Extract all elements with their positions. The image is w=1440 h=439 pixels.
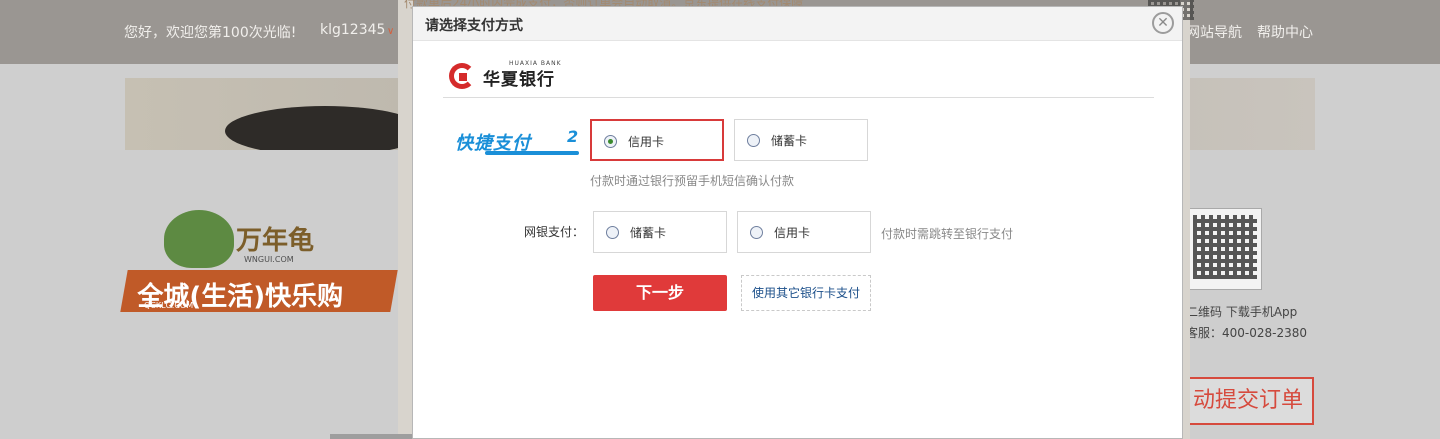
quickpay-number: 2	[567, 127, 579, 146]
quickpay-swoosh-icon	[485, 151, 579, 155]
qr-code-icon	[1193, 215, 1257, 279]
greeting-text: 您好，欢迎您第100次光临!	[124, 25, 297, 41]
site-logo[interactable]: 万年龟 WNGUI.COM 全城(生活)快乐购 QCKLG.COM	[120, 205, 404, 315]
brand-wangui-domain: WNGUI.COM	[244, 255, 294, 264]
huaxia-bank-icon-dot	[459, 73, 467, 81]
site-map-link[interactable]: 网站导航	[1186, 22, 1242, 42]
brand-kuailegou-domain: QCKLG.COM	[144, 301, 194, 310]
banner-bowl-image	[225, 106, 425, 156]
payment-method-dialog: 请选择支付方式 ✕ HUAXIA BANK 华夏银行 快捷支付 2 信用卡 储蓄…	[412, 6, 1183, 439]
netbank-hint: 付款时需跳转至银行支付	[881, 227, 1014, 241]
other-bank-card-link[interactable]: 使用其它银行卡支付	[741, 275, 871, 311]
radio-selected-icon[interactable]	[604, 135, 617, 148]
turtle-mascot-icon	[164, 210, 234, 268]
close-icon[interactable]: ✕	[1152, 12, 1174, 34]
brand-wangui: 万年龟	[236, 226, 315, 256]
option-label: 储蓄卡	[771, 134, 808, 148]
divider	[443, 97, 1154, 98]
radio-icon[interactable]	[750, 226, 763, 239]
quickpay-logo: 快捷支付 2	[455, 125, 583, 159]
quickpay-hint: 付款时通过银行预留手机短信确认付款	[590, 174, 795, 188]
bank-name-cn: 华夏银行	[483, 70, 555, 90]
bank-logo: HUAXIA BANK 华夏银行	[449, 57, 569, 93]
dialog-title: 请选择支付方式	[425, 18, 523, 34]
netbank-credit-card-option[interactable]: 信用卡	[737, 211, 871, 253]
netbank-label: 网银支付：	[524, 225, 585, 239]
submit-order-button[interactable]: 动提交订单	[1182, 377, 1314, 425]
radio-icon[interactable]	[747, 134, 760, 147]
quick-credit-card-option[interactable]: 信用卡	[590, 119, 724, 161]
option-label: 储蓄卡	[630, 226, 667, 240]
username-link[interactable]: klg12345	[320, 22, 385, 38]
option-label: 信用卡	[628, 135, 665, 149]
netbank-debit-card-option[interactable]: 储蓄卡	[593, 211, 727, 253]
app-qr-code	[1188, 208, 1262, 290]
radio-icon[interactable]	[606, 226, 619, 239]
chevron-down-icon[interactable]: ∨	[387, 26, 394, 37]
help-center-link[interactable]: 帮助中心	[1257, 22, 1313, 42]
service-hotline: 客服：400-028-2380	[1186, 326, 1308, 340]
quick-debit-card-option[interactable]: 储蓄卡	[734, 119, 868, 161]
option-label: 信用卡	[774, 226, 811, 240]
dialog-header: 请选择支付方式 ✕	[413, 7, 1182, 41]
next-step-button[interactable]: 下一步	[593, 275, 727, 311]
qr-caption: 二维码 下载手机App	[1186, 305, 1298, 319]
